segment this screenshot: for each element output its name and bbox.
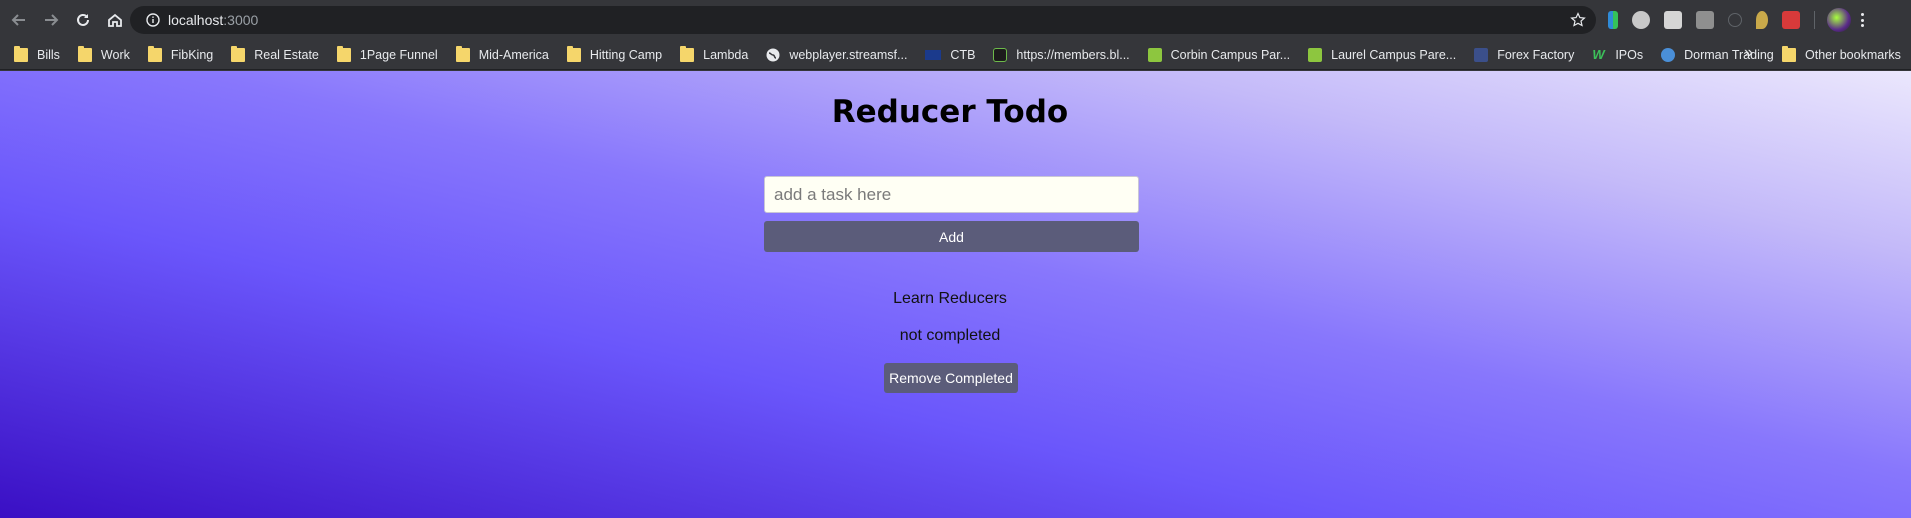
todo-item-status: not completed (899, 327, 1001, 344)
bookmark-webplayer[interactable]: webplayer.streamsf... (760, 43, 913, 67)
bookmark-forex-factory[interactable]: Forex Factory (1468, 43, 1580, 67)
extensions-area (1608, 8, 1864, 32)
bookmark-hitting-camp[interactable]: Hitting Camp (561, 43, 668, 67)
bookmark-fibking[interactable]: FibKing (142, 43, 219, 67)
add-button[interactable]: Add (764, 221, 1139, 252)
home-icon[interactable] (100, 5, 130, 35)
dorman-icon (1661, 47, 1676, 62)
address-bar[interactable]: localhost:3000 (130, 6, 1596, 34)
folder-icon (455, 45, 470, 62)
bookmark-1page-funnel[interactable]: 1Page Funnel (331, 43, 444, 67)
url-text: localhost:3000 (168, 12, 259, 28)
c-icon (1308, 47, 1323, 62)
reload-icon[interactable] (68, 5, 98, 35)
globe-icon (766, 48, 780, 61)
folder-icon (14, 45, 28, 62)
bookmark-other[interactable]: Other bookmarks (1776, 43, 1907, 67)
chart-extension-icon[interactable] (1608, 11, 1618, 29)
browser-toolbar: localhost:3000 (0, 0, 1911, 40)
skull-extension-icon[interactable] (1632, 11, 1650, 29)
leaf-extension-icon[interactable] (1756, 11, 1768, 29)
toolbar-separator (1814, 11, 1815, 29)
page-viewport: Reducer Todo Add Learn Reducers not comp… (0, 71, 1911, 518)
w-icon: W (1592, 46, 1605, 62)
bookmarks-bar: Bills Work FibKing Real Estate 1Page Fun… (0, 40, 1911, 70)
bookmark-mid-america[interactable]: Mid-America (450, 43, 555, 67)
menu-kebab-icon[interactable] (1861, 13, 1864, 27)
folder-icon (231, 45, 246, 62)
folder-icon (147, 45, 162, 62)
forward-icon[interactable] (36, 5, 66, 35)
forex-icon (1474, 47, 1489, 62)
bookmark-corbin-campus[interactable]: Corbin Campus Par... (1142, 43, 1297, 67)
ibm-icon (925, 49, 942, 60)
bookmark-ctb[interactable]: CTB (919, 43, 981, 67)
h-extension-icon[interactable] (1696, 11, 1714, 29)
mail-extension-icon[interactable] (1664, 11, 1682, 29)
task-input[interactable] (764, 176, 1139, 213)
folder-icon (680, 45, 695, 62)
remove-completed-button[interactable]: Remove Completed (884, 363, 1018, 393)
bookmark-bills[interactable]: Bills (8, 43, 66, 67)
bookmark-lambda[interactable]: Lambda (674, 43, 754, 67)
bookmark-real-estate[interactable]: Real Estate (225, 43, 325, 67)
site-icon (993, 47, 1008, 62)
profile-avatar[interactable] (1827, 8, 1851, 32)
todo-item-text[interactable]: Learn Reducers (0, 290, 1900, 308)
more-bookmarks-chevron[interactable]: » (1744, 44, 1753, 62)
bookmark-dorman-trading[interactable]: Dorman Trading (1655, 43, 1780, 67)
folder-icon (566, 45, 581, 62)
folder-icon (1782, 46, 1796, 62)
bookmark-star-icon[interactable] (1570, 12, 1586, 28)
red-extension-icon[interactable] (1782, 11, 1800, 29)
bookmark-ipos[interactable]: W IPOs (1586, 43, 1649, 67)
folder-icon (336, 45, 351, 62)
bookmark-work[interactable]: Work (72, 43, 136, 67)
back-icon[interactable] (4, 5, 34, 35)
bookmark-laurel-campus[interactable]: Laurel Campus Pare... (1302, 43, 1462, 67)
folder-icon (77, 45, 92, 62)
info-icon[interactable] (138, 13, 168, 27)
circle-extension-icon[interactable] (1728, 13, 1742, 27)
bookmark-members[interactable]: https://members.bl... (987, 43, 1135, 67)
page-title: Reducer Todo (831, 94, 1069, 130)
c-icon (1147, 47, 1162, 62)
